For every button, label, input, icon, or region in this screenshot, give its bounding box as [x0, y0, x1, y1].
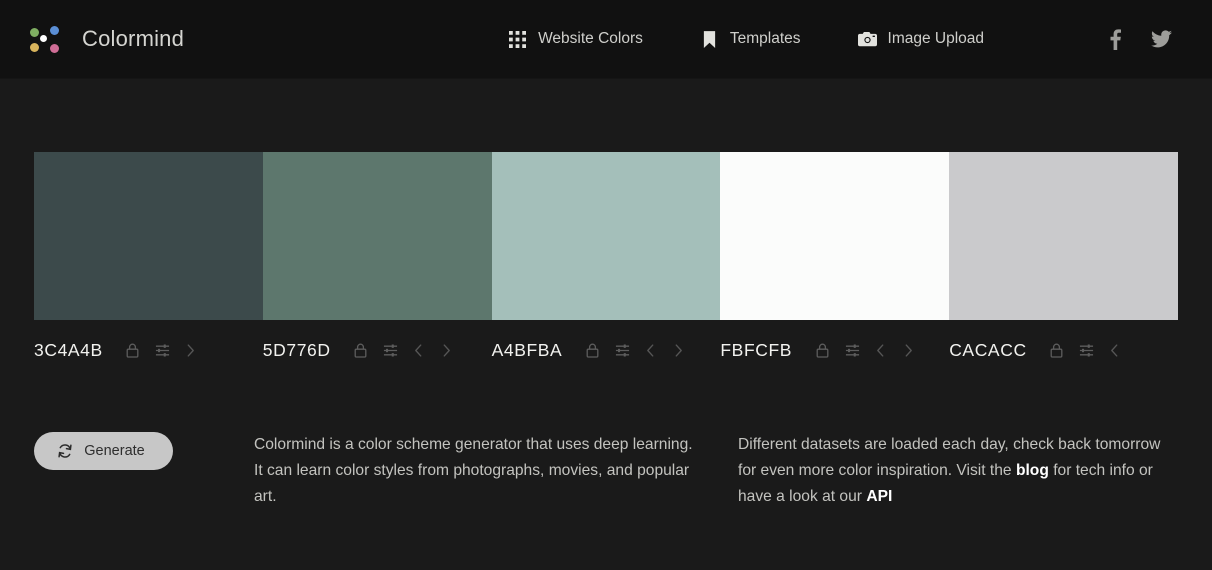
- prev-color-chevron-2[interactable]: [408, 339, 430, 361]
- nav-website-colors-label: Website Colors: [538, 30, 643, 47]
- lock-icon[interactable]: [1046, 339, 1068, 361]
- generate-button[interactable]: Generate: [34, 432, 173, 470]
- swatch-controls-row: 3C4A4B 5D776D A4BFBA FBFCFB CACACC: [34, 337, 1178, 363]
- swatch-control-4: FBFCFB: [720, 337, 949, 363]
- logo-dot-1: [30, 28, 39, 37]
- hex-value-3[interactable]: A4BFBA: [492, 340, 563, 361]
- color-palette: [34, 152, 1178, 320]
- lock-icon[interactable]: [811, 339, 833, 361]
- api-link[interactable]: API: [866, 488, 892, 505]
- next-color-chevron-4[interactable]: [897, 339, 919, 361]
- swatch-control-2: 5D776D: [263, 337, 492, 363]
- hex-value-5[interactable]: CACACC: [949, 340, 1027, 361]
- grid-icon: [508, 30, 527, 49]
- lock-icon[interactable]: [350, 339, 372, 361]
- sliders-icon[interactable]: [611, 339, 633, 361]
- hex-value-2[interactable]: 5D776D: [263, 340, 331, 361]
- nav-image-upload[interactable]: Image Upload: [857, 24, 985, 55]
- footer-section: Generate Colormind is a color scheme gen…: [34, 432, 1178, 510]
- social-links: [1104, 28, 1184, 50]
- lock-icon[interactable]: [122, 339, 144, 361]
- facebook-icon[interactable]: [1104, 28, 1126, 50]
- sliders-icon[interactable]: [841, 339, 863, 361]
- logo-dot-3: [40, 35, 47, 42]
- description-paragraph-left: Colormind is a color scheme generator th…: [254, 436, 693, 505]
- brand-name: Colormind: [82, 26, 185, 51]
- hex-value-1[interactable]: 3C4A4B: [34, 340, 103, 361]
- camera-icon: [857, 30, 877, 49]
- next-color-chevron-1[interactable]: [180, 339, 202, 361]
- logo-dot-2: [50, 26, 59, 35]
- main-content: 3C4A4B 5D776D A4BFBA FBFCFB CACACC Gener…: [0, 152, 1212, 510]
- description-paragraph-right: Different datasets are loaded each day, …: [738, 432, 1178, 510]
- bookmark-icon: [700, 30, 719, 49]
- logo-dot-4: [30, 43, 39, 52]
- colormind-dots-logo: [28, 22, 68, 56]
- blog-link[interactable]: blog: [1016, 462, 1049, 479]
- description-column-left: Colormind is a color scheme generator th…: [254, 432, 738, 510]
- lock-icon[interactable]: [581, 339, 603, 361]
- generate-button-label: Generate: [84, 443, 145, 459]
- color-swatch-2[interactable]: [262, 152, 492, 320]
- swatch-control-5: CACACC: [949, 337, 1178, 363]
- nav-templates-label: Templates: [729, 30, 801, 47]
- next-color-chevron-3[interactable]: [667, 339, 689, 361]
- color-swatch-5[interactable]: [949, 152, 1178, 320]
- site-header: Colormind Website Colors Templates Image…: [0, 0, 1212, 79]
- logo-dot-5: [50, 44, 59, 53]
- color-swatch-1[interactable]: [34, 152, 263, 320]
- color-swatch-4[interactable]: [720, 152, 950, 320]
- swatch-control-3: A4BFBA: [492, 337, 721, 363]
- sliders-icon[interactable]: [1076, 339, 1098, 361]
- sliders-icon[interactable]: [380, 339, 402, 361]
- main-navigation: Website Colors Templates Image Upload: [508, 24, 984, 55]
- prev-color-chevron-3[interactable]: [639, 339, 661, 361]
- nav-image-upload-label: Image Upload: [887, 30, 985, 47]
- swatch-control-1: 3C4A4B: [34, 337, 263, 363]
- prev-color-chevron-5[interactable]: [1104, 339, 1126, 361]
- color-swatch-3[interactable]: [491, 152, 721, 320]
- refresh-icon: [56, 443, 73, 460]
- generate-column: Generate: [34, 432, 254, 510]
- brand-logo-group[interactable]: Colormind: [28, 22, 184, 56]
- sliders-icon[interactable]: [152, 339, 174, 361]
- description-column-right: Different datasets are loaded each day, …: [738, 432, 1178, 510]
- next-color-chevron-2[interactable]: [436, 339, 458, 361]
- prev-color-chevron-4[interactable]: [869, 339, 891, 361]
- nav-templates[interactable]: Templates: [700, 24, 801, 55]
- hex-value-4[interactable]: FBFCFB: [720, 340, 792, 361]
- nav-website-colors[interactable]: Website Colors: [508, 24, 643, 55]
- twitter-icon[interactable]: [1150, 28, 1172, 50]
